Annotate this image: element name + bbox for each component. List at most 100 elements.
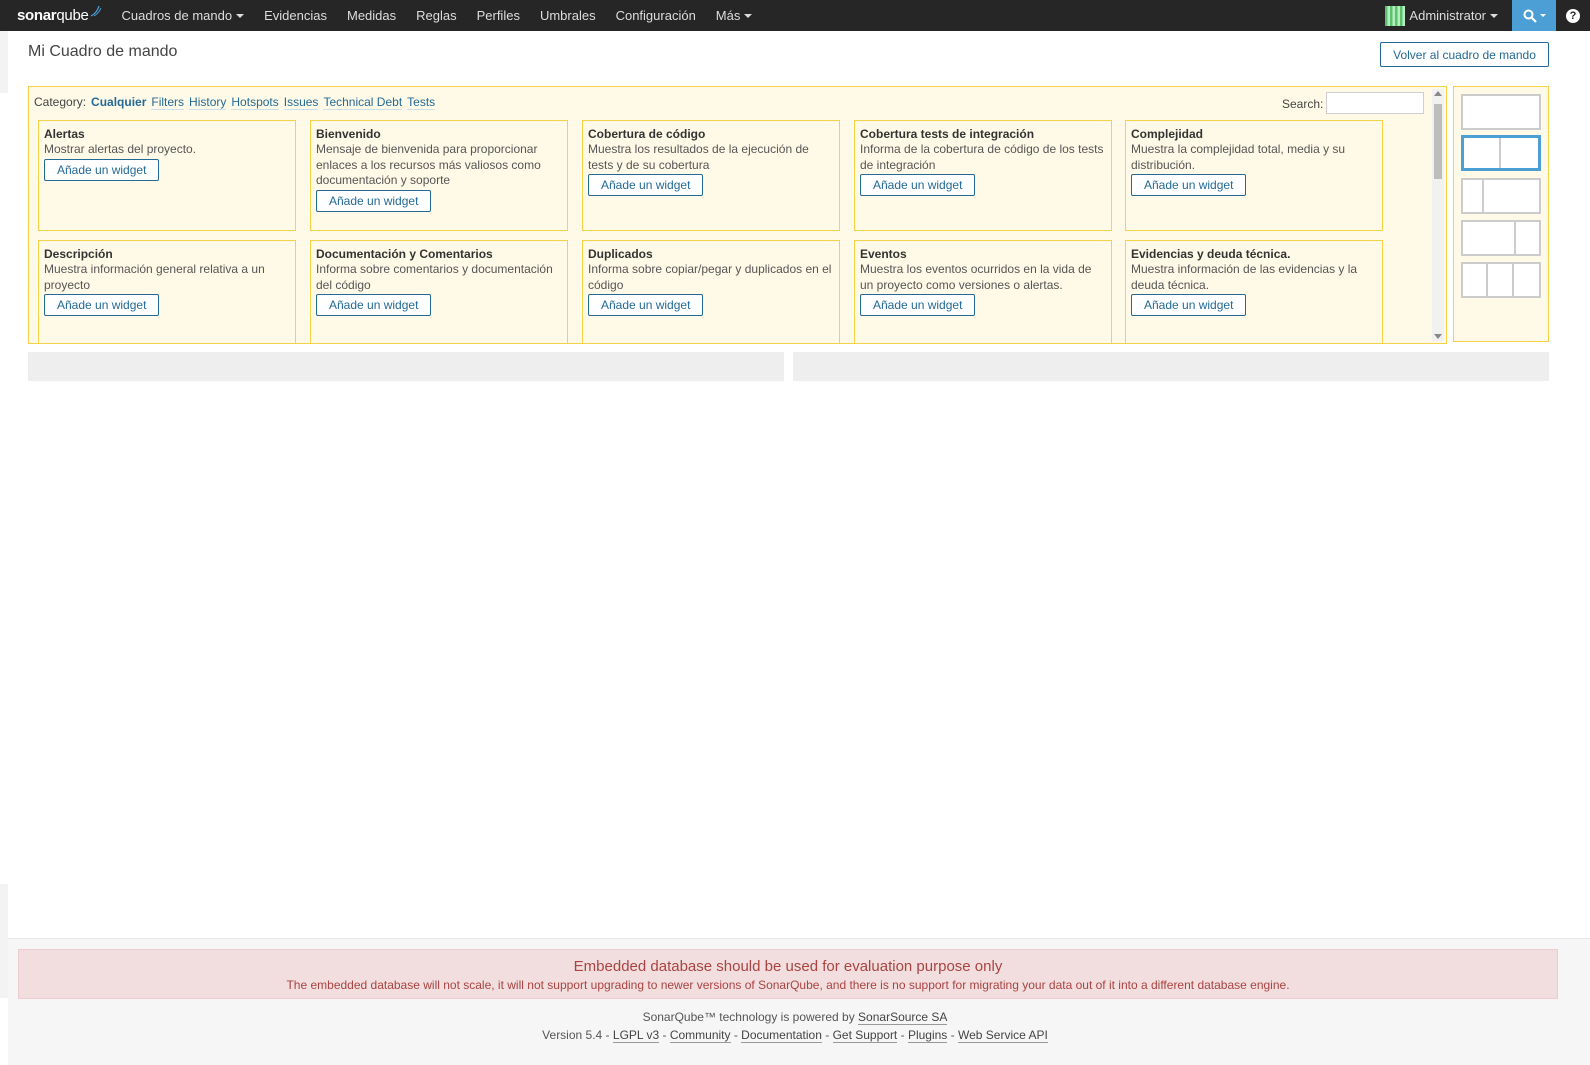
footer-link-plugins[interactable]: Plugins [907,1028,948,1043]
category-filter-bar: Category: Cualquier Filters History Hots… [34,95,436,110]
widget-title: Eventos [860,247,907,261]
dashboard-column-left[interactable] [28,352,784,381]
widget-title: Evidencias y deuda técnica. [1131,247,1291,261]
caret-down-icon [236,13,245,18]
nav-reglas[interactable]: Reglas [406,0,466,31]
widget-description: Muestra información general relativa a u… [44,262,265,292]
layout-column [1463,96,1539,128]
widget-card-cobertura-codigo: Cobertura de código Muestra los resultad… [582,120,840,231]
widget-card-bienvenido: Bienvenido Mensaje de bienvenida para pr… [310,120,568,231]
layout-option-100[interactable] [1461,94,1541,130]
add-widget-button[interactable]: Añade un widget [316,189,432,212]
nav-label: Evidencias [264,8,327,23]
widget-description: Informa de la cobertura de código de los… [860,142,1104,172]
footer-link-community[interactable]: Community [669,1028,731,1043]
widget-description: Mensaje de bienvenida para proporcionar … [316,142,541,187]
footer-links: Version 5.4 - LGPL v3 - Community - Docu… [542,1028,1048,1043]
top-navbar: sonar qube Cuadros de mando Evidencias Me… [0,0,1590,31]
global-search-button[interactable] [1512,0,1556,31]
widget-description: Muestra información de las evidencias y … [1131,262,1358,292]
warning-text: The embedded database will not scale, it… [286,978,1290,992]
page-title: Mi Cuadro de mando [28,43,178,60]
caret-down-icon [1539,14,1546,17]
scroll-up-arrow-icon[interactable] [1434,91,1442,96]
widget-card-duplicados: Duplicados Informa sobre copiar/pegar y … [582,240,840,343]
dashboard-column-right[interactable] [793,352,1549,381]
category-technical-debt[interactable]: Technical Debt [323,95,403,110]
widget-panel-scrollbar[interactable] [1432,89,1444,341]
layout-option-30-70[interactable] [1461,178,1541,214]
add-widget-button[interactable]: Añade un widget [44,158,160,181]
layout-option-50-50[interactable] [1461,135,1541,171]
add-widget-button[interactable]: Añade un widget [588,294,704,316]
user-name: Administrator [1409,8,1486,23]
category-hotspots[interactable]: Hotspots [231,95,279,110]
help-icon: ? [1566,8,1580,23]
add-widget-button[interactable]: Añade un widget [44,294,160,316]
category-tests[interactable]: Tests [407,95,436,110]
add-widget-button[interactable]: Añade un widget [1131,174,1247,196]
nav-evidencias[interactable]: Evidencias [254,0,337,31]
search-icon [1523,9,1537,23]
nav-perfiles[interactable]: Perfiles [467,0,530,31]
layout-column [1484,180,1539,212]
widget-title: Descripción [44,247,113,261]
category-cualquier[interactable]: Cualquier [91,95,146,109]
footer-link-documentation[interactable]: Documentation [741,1028,822,1043]
add-widget-button[interactable]: Añade un widget [860,294,976,316]
caret-down-icon [744,13,753,18]
nav-label: Medidas [346,8,397,23]
layout-column [1463,264,1489,296]
layout-option-33-33-33[interactable] [1461,262,1541,298]
left-edge-strip [0,31,8,93]
nav-label: Cuadros de mando [121,8,233,23]
nav-configuracion[interactable]: Configuración [606,0,706,31]
sonarsource-link[interactable]: SonarSource SA [858,1010,948,1025]
nav-label: Perfiles [476,8,520,23]
nav-medidas[interactable]: Medidas [337,0,406,31]
widget-card-complejidad: Complejidad Muestra la complejidad total… [1125,120,1383,231]
category-filters[interactable]: Filters [151,95,185,110]
widget-title: Duplicados [588,247,653,261]
widget-card-alertas: Alertas Mostrar alertas del proyecto. Añ… [38,120,296,231]
nav-umbrales[interactable]: Umbrales [530,0,606,31]
logo-text-bold: sonar [17,7,57,24]
add-widget-button[interactable]: Añade un widget [1131,294,1247,316]
caret-down-icon [1490,13,1498,18]
footer-link-license[interactable]: LGPL v3 [612,1028,660,1043]
layout-column [1464,138,1501,168]
layout-column [1488,264,1514,296]
add-widget-button[interactable]: Añade un widget [316,294,432,316]
sonarqube-logo[interactable]: sonar qube [0,0,112,31]
layout-column [1516,222,1539,254]
user-menu[interactable]: Administrator [1377,0,1512,31]
widget-search-label: Search: [1282,97,1324,111]
footer-link-web-service-api[interactable]: Web Service API [957,1028,1048,1043]
nav-mas[interactable]: Más [706,0,763,31]
nav-label: Reglas [416,8,457,23]
add-widget-button[interactable]: Añade un widget [860,174,976,196]
category-history[interactable]: History [189,95,227,110]
category-label: Category: [34,95,87,109]
widget-description: Informa sobre comentarios y documentació… [316,262,553,292]
powered-by-text: SonarQube™ technology is powered by [642,1010,855,1024]
back-to-dashboard-button[interactable]: Volver al cuadro de mando [1380,42,1549,67]
scroll-down-arrow-icon[interactable] [1434,334,1442,339]
help-button[interactable]: ? [1556,0,1590,31]
nav-cuadros-de-mando[interactable]: Cuadros de mando [112,0,255,31]
widget-title: Documentación y Comentarios [316,247,493,261]
layout-option-70-30[interactable] [1461,220,1541,256]
scroll-thumb[interactable] [1434,104,1442,179]
widget-card-eventos: Eventos Muestra los eventos ocurridos en… [854,240,1112,343]
footer-link-support[interactable]: Get Support [832,1028,898,1043]
widget-search-input[interactable] [1326,92,1424,114]
widget-card-descripcion: Descripción Muestra información general … [38,240,296,343]
layout-selector-panel [1453,86,1549,342]
category-issues[interactable]: Issues [283,95,319,110]
widget-description: Muestra los resultados de la ejecución d… [588,142,809,172]
add-widget-button[interactable]: Añade un widget [588,174,704,196]
left-edge-strip [0,884,8,998]
widget-description: Informa sobre copiar/pegar y duplicados … [588,262,832,292]
version-text: Version 5.4 [542,1028,603,1042]
widget-title: Bienvenido [316,127,381,141]
